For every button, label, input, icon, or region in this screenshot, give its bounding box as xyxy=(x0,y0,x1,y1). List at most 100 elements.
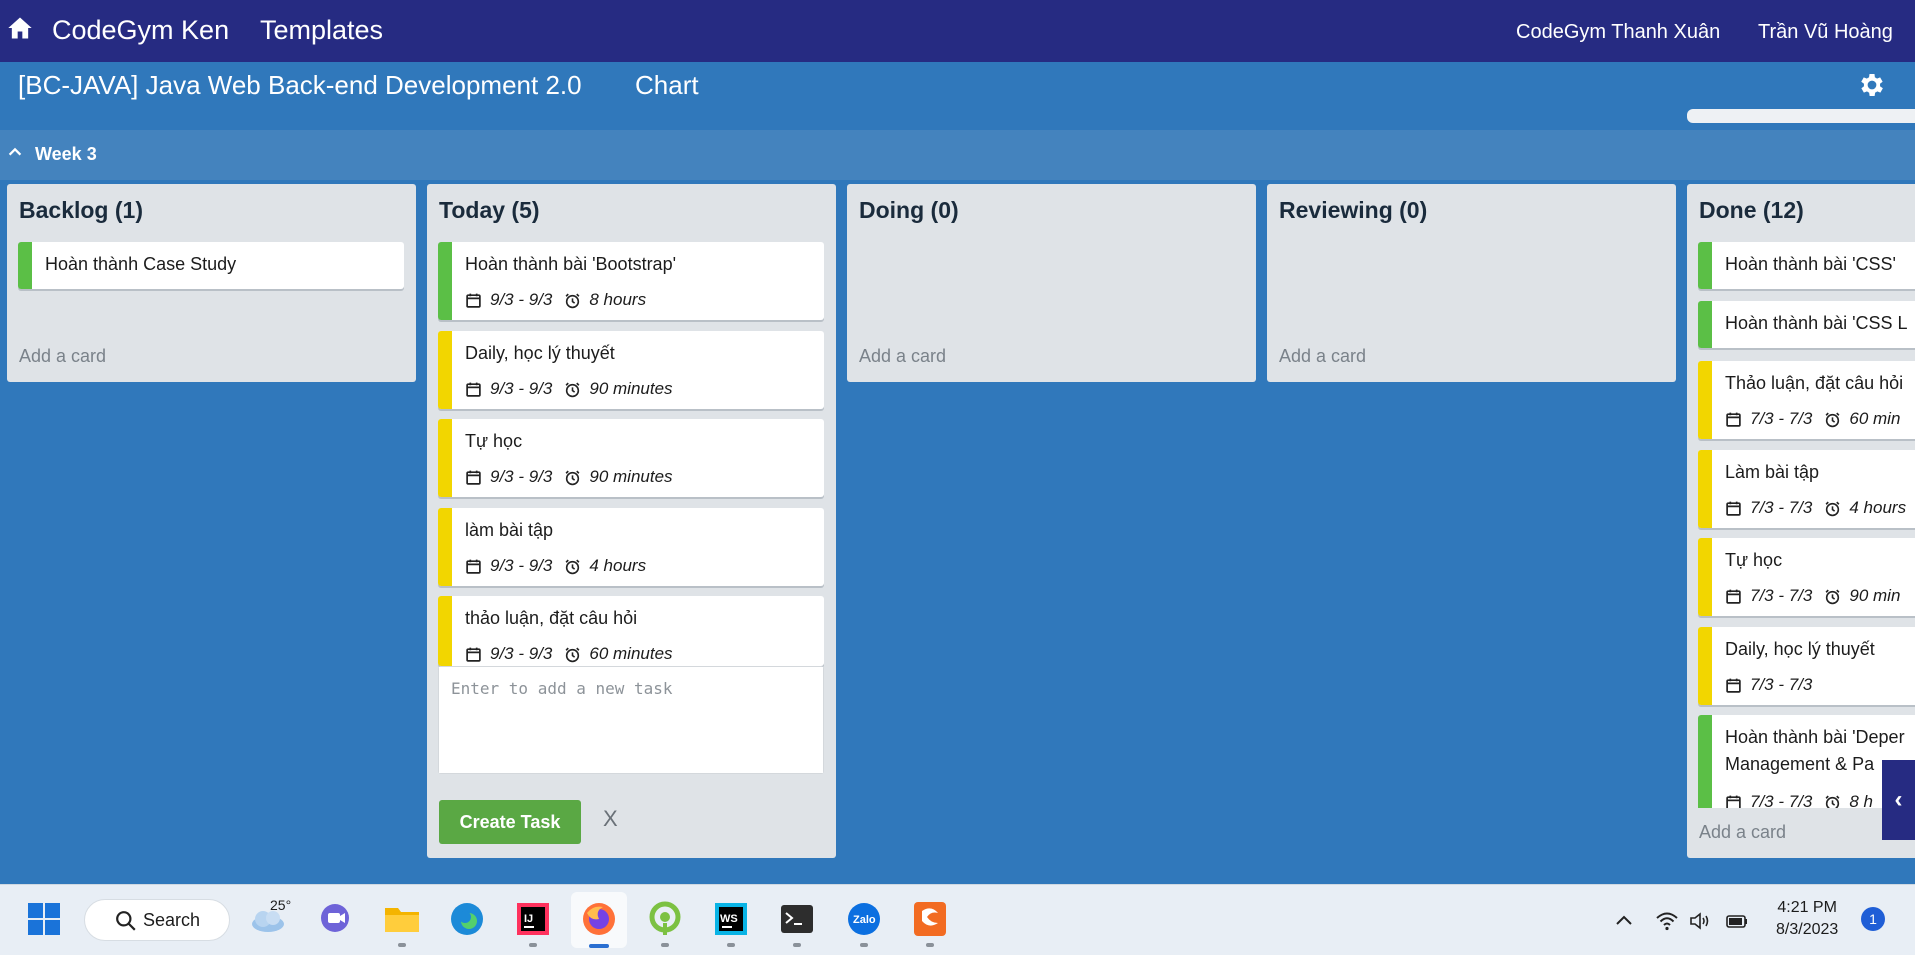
task-card[interactable]: Hoàn thành bài 'CSS' xyxy=(1698,242,1915,289)
alarm-clock-icon xyxy=(565,559,580,574)
column-title: Doing (0) xyxy=(859,197,959,223)
column-today: Today (5) Hoàn thành bài 'Bootstrap' 9/3… xyxy=(427,184,836,858)
task-meta: 7/3 - 7/3 90 min xyxy=(1725,586,1900,606)
clock-date: 8/3/2023 xyxy=(1776,921,1839,938)
task-card[interactable]: Daily, học lý thuyết 7/3 - 7/3 xyxy=(1698,627,1915,705)
task-card[interactable]: Thảo luận, đặt câu hỏi 7/3 - 7/3 60 min xyxy=(1698,361,1915,439)
column-reviewing: Reviewing (0) Add a card xyxy=(1267,184,1676,382)
taskbar-search-box[interactable]: Search xyxy=(84,899,230,941)
gear-icon[interactable] xyxy=(1857,70,1887,100)
running-indicator xyxy=(926,943,934,947)
column-title: Backlog (1) xyxy=(19,197,143,223)
task-duration: 4 hours xyxy=(1849,498,1907,517)
calendar-icon xyxy=(466,559,481,574)
task-card[interactable]: làm bài tập 9/3 - 9/3 4 hours xyxy=(438,508,824,586)
week-label: Week 3 xyxy=(35,144,97,164)
alarm-clock-icon xyxy=(565,470,580,485)
file-explorer-icon[interactable] xyxy=(382,899,422,939)
running-indicator xyxy=(529,943,537,947)
task-title-line2: Management & Pa xyxy=(1725,754,1875,774)
notification-badge[interactable]: 1 xyxy=(1861,907,1885,931)
task-meta: 9/3 - 9/3 90 minutes xyxy=(465,467,673,487)
new-task-input[interactable] xyxy=(439,667,823,773)
top-navbar: CodeGym Ken Templates CodeGym Thanh Xuân… xyxy=(0,0,1915,62)
week-header[interactable]: Week 3 xyxy=(0,130,1915,180)
sourcetree-icon[interactable] xyxy=(645,899,685,939)
task-title: Hoàn thành bài 'Deper xyxy=(1725,727,1905,747)
wifi-icon[interactable] xyxy=(1655,909,1679,933)
task-meta: 7/3 - 7/3 8 h xyxy=(1725,792,1873,808)
task-card[interactable]: Hoàn thành Case Study xyxy=(18,242,404,289)
task-meta: 7/3 - 7/3 4 hours xyxy=(1725,498,1906,518)
create-task-button[interactable]: Create Task xyxy=(439,800,581,844)
task-card[interactable]: Daily, học lý thuyết 9/3 - 9/3 90 minute… xyxy=(438,331,824,409)
task-card[interactable]: Hoàn thành bài 'Bootstrap' 9/3 - 9/3 8 h… xyxy=(438,242,824,320)
running-indicator xyxy=(860,943,868,947)
zalo-icon[interactable]: Zalo xyxy=(844,899,884,939)
task-card[interactable]: Làm bài tập 7/3 - 7/3 4 hours xyxy=(1698,450,1915,528)
alarm-clock-icon xyxy=(1825,412,1840,427)
new-task-box xyxy=(438,666,824,774)
task-title: Hoàn thành bài 'CSS L xyxy=(1725,313,1908,333)
webstorm-icon[interactable]: WS xyxy=(711,899,751,939)
templates-link[interactable]: Templates xyxy=(260,15,383,46)
column-title: Today (5) xyxy=(439,197,540,223)
task-date: 7/3 - 7/3 xyxy=(1750,792,1813,808)
calendar-icon xyxy=(466,647,481,662)
add-card-link[interactable]: Add a card xyxy=(1279,346,1366,367)
organization-link[interactable]: CodeGym Thanh Xuân xyxy=(1516,21,1720,44)
add-card-link[interactable]: Add a card xyxy=(19,346,106,367)
terminal-icon[interactable] xyxy=(777,899,817,939)
clock-time: 4:21 PM xyxy=(1777,899,1837,916)
running-indicator xyxy=(398,943,406,947)
brand-link[interactable]: CodeGym Ken xyxy=(52,15,229,46)
calendar-icon xyxy=(466,293,481,308)
svg-text:Zalo: Zalo xyxy=(853,914,876,926)
task-meta: 9/3 - 9/3 4 hours xyxy=(465,556,646,576)
task-meta: 9/3 - 9/3 90 minutes xyxy=(465,379,673,399)
task-card[interactable]: Tự học 7/3 - 7/3 90 min xyxy=(1698,538,1915,616)
column-backlog: Backlog (1) Hoàn thành Case Study Add a … xyxy=(7,184,416,382)
calendar-icon xyxy=(1726,589,1741,604)
intellij-icon[interactable]: IJ xyxy=(513,899,553,939)
calendar-icon xyxy=(466,470,481,485)
task-date: 7/3 - 7/3 xyxy=(1750,586,1813,605)
chart-link[interactable]: Chart xyxy=(635,70,699,101)
task-duration: 60 min xyxy=(1849,409,1901,428)
cancel-new-task-button[interactable]: X xyxy=(603,806,618,832)
task-duration: 90 minutes xyxy=(589,379,673,398)
add-card-link[interactable]: Add a card xyxy=(859,346,946,367)
running-indicator xyxy=(661,943,669,947)
board-header: [BC-JAVA] Java Web Back-end Development … xyxy=(0,62,1915,130)
task-title: Hoàn thành bài 'CSS' xyxy=(1725,254,1896,274)
system-clock[interactable]: 4:21 PM 8/3/2023 xyxy=(1776,897,1838,941)
side-panel-toggle[interactable]: ‹ xyxy=(1882,760,1915,840)
svg-text:WS: WS xyxy=(720,913,738,925)
firefox-icon[interactable] xyxy=(579,899,619,939)
windows-start-icon[interactable] xyxy=(24,899,64,939)
task-duration: 90 minutes xyxy=(589,467,673,486)
task-date: 9/3 - 9/3 xyxy=(490,644,553,663)
volume-icon[interactable] xyxy=(1688,909,1712,933)
task-title: Tự học xyxy=(465,431,523,451)
calendar-icon xyxy=(1726,501,1741,516)
column-title: Reviewing (0) xyxy=(1279,197,1428,223)
chevron-up-icon[interactable] xyxy=(1612,909,1636,933)
teams-chat-icon[interactable] xyxy=(315,899,355,939)
task-date: 9/3 - 9/3 xyxy=(490,290,553,309)
calendar-icon xyxy=(1726,412,1741,427)
course-title[interactable]: [BC-JAVA] Java Web Back-end Development … xyxy=(18,70,582,101)
foxit-pdf-icon[interactable] xyxy=(910,899,950,939)
task-card[interactable]: Tự học 9/3 - 9/3 90 minutes xyxy=(438,419,824,497)
add-card-link[interactable]: Add a card xyxy=(1699,822,1786,843)
task-card[interactable]: thảo luận, đặt câu hỏi 9/3 - 9/3 60 minu… xyxy=(438,596,824,666)
label-color-bar xyxy=(438,331,452,409)
user-menu[interactable]: Trần Vũ Hoàng xyxy=(1758,21,1893,44)
task-meta: 7/3 - 7/3 xyxy=(1725,675,1812,695)
task-date: 7/3 - 7/3 xyxy=(1750,498,1813,517)
chevron-up-icon[interactable] xyxy=(6,143,24,161)
battery-icon[interactable] xyxy=(1725,909,1749,933)
home-icon[interactable] xyxy=(6,14,34,42)
task-card[interactable]: Hoàn thành bài 'CSS L xyxy=(1698,301,1915,348)
edge-icon[interactable] xyxy=(447,899,487,939)
